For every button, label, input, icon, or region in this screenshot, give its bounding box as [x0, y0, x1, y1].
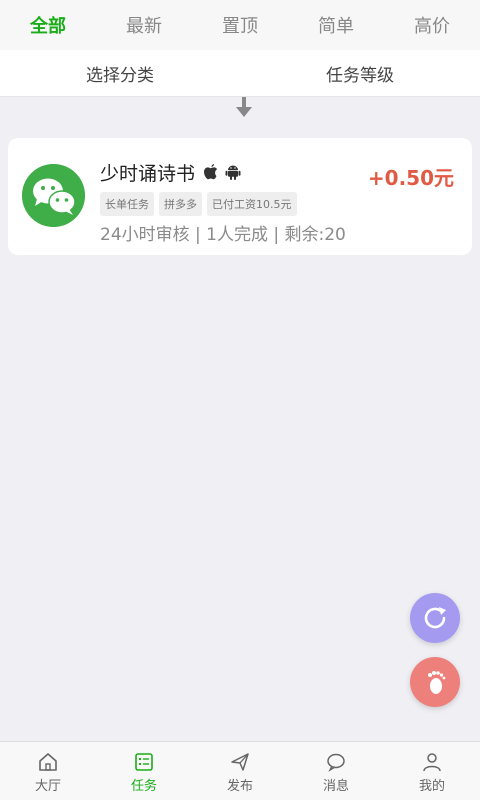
select-category-button[interactable]: 选择分类: [0, 61, 240, 86]
nav-task-label: 任务: [130, 779, 157, 794]
message-icon: [327, 753, 345, 772]
nav-mine-label: 我的: [418, 779, 445, 794]
task-list-icon: [135, 753, 153, 771]
task-title-row: 少时诵诗书: [100, 158, 247, 186]
wechat-icon: [22, 164, 85, 227]
nav-mine[interactable]: 我的: [384, 742, 480, 800]
android-icon: [225, 165, 241, 180]
bottom-nav: 大厅 任务 发布 消息 我的: [0, 741, 480, 800]
apple-icon: [204, 164, 218, 180]
task-tags: 长单任务 拼多多 已付工资10.5元: [100, 192, 302, 216]
refresh-icon: [424, 607, 446, 629]
tag-long-order: 长单任务: [100, 192, 154, 216]
refresh-button[interactable]: [410, 593, 460, 643]
tab-all[interactable]: 全部: [0, 12, 96, 38]
tab-simple[interactable]: 简单: [288, 12, 384, 38]
tag-paid-wages: 已付工资10.5元: [207, 192, 297, 216]
nav-hall[interactable]: 大厅: [0, 742, 96, 800]
filter-bar: 选择分类 任务等级: [0, 50, 480, 97]
top-tab-bar: 全部 最新 置顶 简单 高价: [0, 0, 480, 50]
user-icon: [423, 753, 441, 772]
task-level-button[interactable]: 任务等级: [240, 61, 480, 86]
tab-latest[interactable]: 最新: [96, 12, 192, 38]
nav-publish-label: 发布: [226, 779, 253, 794]
task-title: 少时诵诗书: [100, 162, 196, 185]
tag-platform: 拼多多: [159, 192, 202, 216]
nav-hall-label: 大厅: [34, 779, 61, 794]
footprint-icon: [428, 671, 446, 694]
nav-message-label: 消息: [322, 779, 349, 794]
nav-publish[interactable]: 发布: [192, 742, 288, 800]
task-meta: 24小时审核 | 1人完成 | 剩余:20: [100, 225, 346, 245]
tab-pinned[interactable]: 置顶: [192, 12, 288, 38]
home-icon: [39, 753, 57, 771]
send-icon: [231, 753, 249, 771]
footprint-button[interactable]: [410, 657, 460, 707]
arrow-down-icon: [236, 97, 252, 117]
nav-message[interactable]: 消息: [288, 742, 384, 800]
nav-task[interactable]: 任务: [96, 742, 192, 800]
tab-high-price[interactable]: 高价: [384, 12, 480, 38]
task-price: +0.50元: [367, 166, 454, 190]
task-card[interactable]: 少时诵诗书 +0.50元 长单任务 拼多多 已付工资10.5元 24小时审核 |…: [8, 138, 472, 255]
